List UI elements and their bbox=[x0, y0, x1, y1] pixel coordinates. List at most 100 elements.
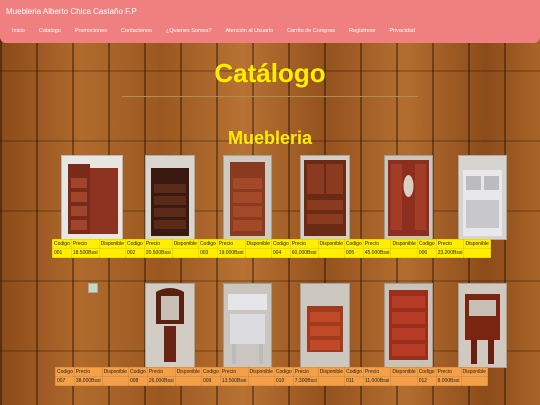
header-code: Codigo bbox=[200, 367, 221, 377]
product-code: 007 bbox=[55, 376, 75, 386]
product-status bbox=[101, 376, 129, 386]
product-code: 009 bbox=[200, 376, 221, 386]
product-status bbox=[390, 248, 418, 258]
header-price: Precio bbox=[435, 239, 465, 249]
products-table-row2: Codigo Precio Disponible Codigo Precio D… bbox=[55, 367, 488, 386]
product-status bbox=[317, 248, 345, 258]
header-price: Precio bbox=[73, 367, 103, 377]
header-price: Precio bbox=[289, 239, 319, 249]
nav-menu: Inicio Catalogo Promociones Contactenos … bbox=[12, 28, 429, 34]
product-code: 008 bbox=[127, 376, 148, 386]
header-status: Disponible bbox=[460, 367, 488, 377]
header-status: Disponible bbox=[244, 239, 272, 249]
product-code: 005 bbox=[343, 248, 364, 258]
nav-item-promociones[interactable]: Promociones bbox=[75, 28, 107, 34]
page-title: Catálogo bbox=[214, 58, 326, 88]
header-status: Disponible bbox=[98, 239, 126, 249]
header-code: Codigo bbox=[197, 239, 218, 249]
header-status: Disponible bbox=[390, 239, 418, 249]
product-code: 011 bbox=[344, 376, 364, 386]
top-navbar: Muebleria Alberto Chica Castaño F.P Inic… bbox=[0, 0, 540, 43]
product-price: 18.500Bssi bbox=[70, 248, 100, 258]
product-status bbox=[317, 376, 346, 386]
product-status bbox=[98, 248, 126, 258]
product-image-011[interactable] bbox=[384, 283, 433, 368]
product-status bbox=[247, 376, 275, 386]
nav-item-privacidad[interactable]: Privacidad bbox=[389, 28, 415, 34]
header-price: Precio bbox=[219, 367, 249, 377]
product-status bbox=[171, 248, 199, 258]
product-image-002[interactable] bbox=[145, 155, 195, 240]
product-image-008[interactable] bbox=[145, 283, 195, 368]
nav-item-contactenos[interactable]: Contactenos bbox=[121, 28, 152, 34]
header-code: Codigo bbox=[55, 367, 75, 377]
header-status: Disponible bbox=[317, 239, 345, 249]
header-status: Disponible bbox=[171, 239, 199, 249]
products-table-row1: Codigo Precio Disponible Codigo Precio D… bbox=[52, 239, 491, 258]
product-image-005[interactable] bbox=[384, 155, 433, 240]
header-code: Codigo bbox=[416, 239, 437, 249]
header-status: Disponible bbox=[390, 367, 418, 377]
product-price: 8.000Bssi bbox=[435, 376, 462, 386]
header-code: Codigo bbox=[343, 239, 364, 249]
header-code: Codigo bbox=[124, 239, 145, 249]
product-image-006[interactable] bbox=[458, 155, 507, 240]
product-price: 13.500Bssi bbox=[219, 376, 249, 386]
nav-item-carrito[interactable]: Carrito de Compras bbox=[287, 28, 335, 34]
header-status: Disponible bbox=[317, 367, 346, 377]
nav-item-registrese[interactable]: Registrese bbox=[349, 28, 375, 34]
header-price: Precio bbox=[292, 367, 319, 377]
product-code: 004 bbox=[270, 248, 291, 258]
product-price: 11.000Bssi bbox=[362, 376, 392, 386]
header-code: Codigo bbox=[344, 367, 364, 377]
product-price: 20.500Bssi bbox=[143, 248, 173, 258]
header-code: Codigo bbox=[270, 239, 291, 249]
product-status bbox=[174, 376, 202, 386]
header-code: Codigo bbox=[416, 367, 437, 377]
nav-item-catalogo[interactable]: Catalogo bbox=[39, 28, 61, 34]
product-status bbox=[390, 376, 418, 386]
product-status bbox=[460, 376, 488, 386]
product-code: 001 bbox=[52, 248, 72, 258]
header-price: Precio bbox=[143, 239, 173, 249]
section-title: Muebleria bbox=[227, 128, 313, 148]
header-price: Precio bbox=[70, 239, 100, 249]
product-price: 60.000Bssi bbox=[289, 248, 319, 258]
header-code: Codigo bbox=[273, 367, 294, 377]
product-price: 45.000Bssi bbox=[362, 248, 392, 258]
header-price: Precio bbox=[216, 239, 246, 249]
product-status bbox=[463, 248, 491, 258]
product-price: 19.000Bssi bbox=[216, 248, 246, 258]
header-status: Disponible bbox=[101, 367, 129, 377]
product-price: 7.300Bssi bbox=[292, 376, 319, 386]
header-price: Precio bbox=[362, 367, 392, 377]
header-status: Disponible bbox=[463, 239, 491, 249]
header-code: Codigo bbox=[127, 367, 148, 377]
product-image-012[interactable] bbox=[458, 283, 507, 368]
product-image-010[interactable] bbox=[300, 283, 350, 368]
header-price: Precio bbox=[435, 367, 462, 377]
product-code: 003 bbox=[197, 248, 218, 258]
product-image-009[interactable] bbox=[223, 283, 272, 368]
product-price: 23.200Bssi bbox=[435, 248, 465, 258]
broken-image-icon[interactable] bbox=[88, 283, 98, 293]
product-price: 38.000Bssi bbox=[73, 376, 103, 386]
product-status bbox=[244, 248, 272, 258]
product-code: 010 bbox=[273, 376, 294, 386]
product-code: 006 bbox=[416, 248, 437, 258]
brand-title[interactable]: Muebleria Alberto Chica Castaño F.P bbox=[6, 7, 137, 16]
header-price: Precio bbox=[362, 239, 392, 249]
nav-item-quienes-somos[interactable]: ¿Quienes Somos? bbox=[166, 28, 212, 34]
nav-item-inicio[interactable]: Inicio bbox=[12, 28, 25, 34]
product-code: 002 bbox=[124, 248, 145, 258]
title-divider bbox=[122, 96, 418, 97]
product-image-004[interactable] bbox=[300, 155, 350, 240]
header-status: Disponible bbox=[247, 367, 275, 377]
nav-item-atencion[interactable]: Atención al Usuario bbox=[225, 28, 273, 34]
header-code: Codigo bbox=[52, 239, 72, 249]
product-image-003[interactable] bbox=[223, 155, 272, 240]
header-status: Disponible bbox=[174, 367, 202, 377]
product-price: 26.000Bssi bbox=[146, 376, 176, 386]
header-price: Precio bbox=[146, 367, 176, 377]
product-image-001[interactable] bbox=[61, 155, 123, 240]
